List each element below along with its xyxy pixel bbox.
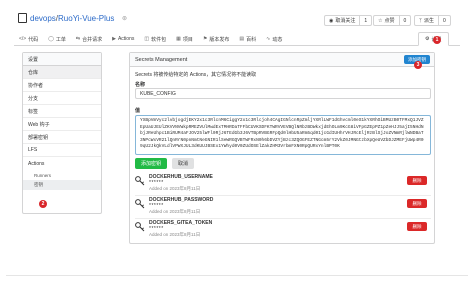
settings-sidebar: 设置 仓库 协作者 分支 标签 Web 钩子 部署密钥 LFS Actions …	[22, 52, 102, 214]
sidebar-item-repository[interactable]: 仓库	[23, 66, 101, 79]
tab-label: 项目	[182, 36, 193, 43]
tag-icon: ⚑	[202, 36, 208, 42]
star-count[interactable]: 0	[398, 16, 411, 25]
name-label: 名称	[135, 82, 146, 88]
fork-button[interactable]: ᛉ 派生 0	[414, 15, 451, 26]
delete-secret-button[interactable]: 删除	[407, 222, 427, 231]
tab-label: 代码	[28, 36, 39, 43]
delete-secret-button[interactable]: 删除	[407, 199, 427, 208]
eye-icon: ◉	[329, 17, 334, 24]
cancel-button[interactable]: 取消	[172, 158, 195, 169]
sidebar-item-branches[interactable]: 分支	[23, 92, 101, 105]
watch-button[interactable]: ◉ 取消关注 1	[324, 15, 373, 26]
repo-icon	[18, 13, 27, 23]
tab-releases[interactable]: ⚑ 版本发布	[198, 33, 235, 45]
tab-label: 工单	[55, 36, 66, 43]
tab-label: Actions	[117, 36, 135, 42]
tab-pull-requests[interactable]: ⇆ 合并请求	[71, 33, 107, 45]
pulse-icon: ∿	[266, 36, 271, 42]
sidebar-item-deploy-keys[interactable]: 部署密钥	[23, 131, 101, 144]
rss-icon[interactable]: ⊛	[122, 15, 127, 22]
star-label: 点赞	[384, 18, 395, 24]
secrets-description: Secrets 将被传给特定的 Actions，其它情况将不能读取	[135, 72, 257, 78]
sidebar-item-webhooks[interactable]: Web 钩子	[23, 118, 101, 131]
repo-name-link[interactable]: RuoYi-Vue-Plus	[58, 14, 114, 23]
step-badge-2: 2	[39, 200, 47, 208]
package-icon: ◫	[144, 36, 150, 42]
secrets-panel: Secrets Management 添加密钥 3 Secrets 将被传给特定…	[129, 52, 435, 244]
footer-divider	[6, 275, 468, 276]
book-icon: ▤	[239, 36, 245, 42]
key-icon	[135, 199, 145, 209]
sidebar-subitem-runners[interactable]: Runners	[23, 170, 101, 180]
tab-label: 版本发布	[209, 36, 230, 43]
secret-date: Added on 2023年8月11日	[149, 209, 201, 214]
code-icon: </>	[19, 36, 27, 42]
watch-label: 取消关注	[335, 18, 356, 24]
tab-code[interactable]: </> 代码	[14, 33, 43, 45]
actions-icon: ▶	[112, 36, 116, 42]
tab-projects[interactable]: ▦ 项目	[171, 33, 198, 45]
fork-count[interactable]: 0	[438, 16, 450, 25]
fork-icon: ᛉ	[419, 17, 423, 24]
tab-packages[interactable]: ◫ 软件包	[139, 33, 171, 45]
watch-count[interactable]: 1	[359, 16, 371, 25]
delete-secret-button[interactable]: 删除	[407, 176, 427, 185]
repo-header: devops/RuoYi-Vue-Plus ⊛ ◉ 取消关注 1 ☆ 点赞 0 ᛉ派…	[6, 6, 468, 36]
secret-item: DOCKERHUB_USERNAME ****** Added on 2023年…	[135, 173, 431, 195]
star-icon: ☆	[378, 17, 383, 24]
repo-owner-link[interactable]: devops	[30, 14, 56, 23]
add-secret-submit-button[interactable]: 添加密钥	[135, 158, 168, 169]
key-icon	[135, 176, 145, 186]
secret-item: DOCKERS_GITEA_TOKEN ****** Added on 2023…	[135, 219, 431, 241]
sidebar-subitem-secrets[interactable]: 密钥	[23, 180, 101, 190]
sidebar-item-tags[interactable]: 标签	[23, 105, 101, 118]
tab-wiki[interactable]: ▤ 百科	[234, 33, 261, 45]
panel-header: Secrets Management 添加密钥	[130, 53, 434, 67]
sidebar-header: 设置	[23, 53, 101, 66]
step-badge-3: 3	[414, 61, 422, 69]
star-button[interactable]: ☆ 点赞 0	[373, 15, 412, 26]
tab-activity[interactable]: ∿ 动态	[261, 33, 287, 45]
repo-tabs: </> 代码 ◯ 工单 ⇆ 合并请求 ▶ Actions ◫ 软件包 ▦ 项目 ⚑ 版本发布 …	[14, 33, 287, 45]
step-badge-1: 1	[433, 36, 441, 44]
tab-label: 百科	[246, 36, 257, 43]
repo-title: devops/RuoYi-Vue-Plus	[30, 14, 114, 23]
secret-date: Added on 2023年8月11日	[149, 232, 201, 237]
tab-divider	[14, 45, 460, 46]
tab-issues[interactable]: ◯ 工单	[43, 33, 71, 45]
tab-label: 软件包	[151, 36, 167, 43]
secret-value-textarea[interactable]: YXBpVmVyc2lvbjogdjEKY2x1c3RlcnM6CiggY2x1…	[135, 115, 431, 155]
panel-title: Secrets Management	[135, 56, 188, 63]
secret-date: Added on 2023年8月11日	[149, 186, 201, 191]
sidebar-item-lfs[interactable]: LFS	[23, 144, 101, 157]
key-icon	[135, 222, 145, 232]
gear-icon: ⚙	[425, 36, 430, 42]
sidebar-item-actions[interactable]: Actions	[23, 157, 101, 170]
sidebar-item-collaborators[interactable]: 协作者	[23, 79, 101, 92]
issue-icon: ◯	[48, 36, 54, 42]
tab-actions[interactable]: ▶ Actions	[107, 33, 139, 45]
secret-name-input[interactable]: KUBE_CONFIG	[135, 88, 431, 99]
tab-label: 动态	[272, 36, 283, 43]
project-icon: ▦	[176, 36, 181, 42]
fork-label: 派生	[424, 18, 435, 24]
pull-request-icon: ⇆	[75, 36, 81, 42]
secret-item: DOCKERHUB_PASSWORD ****** Added on 2023年…	[135, 196, 431, 218]
value-label: 值	[135, 108, 141, 114]
tab-label: 合并请求	[82, 36, 103, 43]
